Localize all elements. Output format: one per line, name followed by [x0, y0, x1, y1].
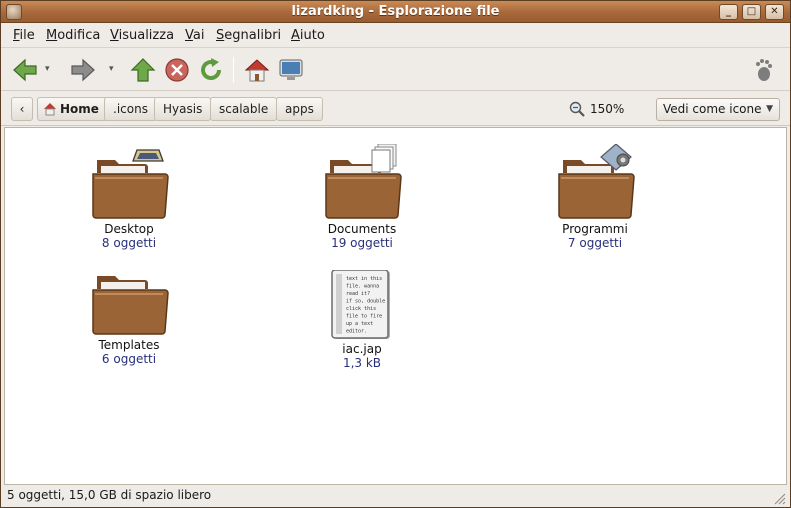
folder-icon	[92, 276, 169, 335]
forward-arrow-icon	[71, 58, 95, 82]
location-bar: ‹ Home .icons Hyasis scalable apps 150% …	[1, 92, 790, 126]
folder-icon	[558, 144, 635, 219]
menu-visualizza[interactable]: Visualizza	[110, 28, 174, 43]
file-preview-line: read it?	[346, 291, 370, 297]
file-manager-window: lizardking - Esplorazione file _ □ ✕ Fil…	[0, 0, 791, 508]
text-file-icon: text in this file. wannaread it? if so, do…	[331, 270, 390, 339]
window-title: lizardking - Esplorazione file	[291, 4, 500, 19]
item-info: 7 oggetti	[567, 236, 623, 250]
close-button[interactable]: ✕	[765, 4, 784, 20]
maximize-button[interactable]: □	[742, 4, 761, 20]
item-name: iac.jap	[342, 342, 382, 356]
menubar: File Modifica Visualizza Vai Segnalibri …	[1, 24, 790, 48]
view-mode-value: Vedi come icone	[663, 102, 762, 116]
path-button-hyasis[interactable]: Hyasis	[154, 97, 212, 121]
item-name: Desktop	[104, 222, 154, 236]
path-button-icons[interactable]: .icons	[104, 97, 157, 121]
item-info: 6 oggetti	[101, 352, 157, 366]
home-icon	[244, 59, 270, 82]
forward-button[interactable]	[69, 57, 97, 83]
status-text: 5 oggetti, 15,0 GB di spazio libero	[7, 488, 212, 502]
reload-icon	[201, 58, 221, 80]
path-label: apps	[285, 102, 314, 116]
file-item-iac-jap[interactable]: text in this file. wanna read it? if so, do…	[282, 270, 442, 370]
folder-icon	[325, 144, 402, 219]
menu-segnalibri[interactable]: Segnalibri	[216, 28, 281, 43]
up-arrow-icon	[130, 58, 156, 82]
file-preview-line: text in this	[346, 276, 382, 282]
home-icon	[44, 103, 56, 116]
computer-icon	[279, 59, 303, 80]
item-info: 8 oggetti	[101, 236, 157, 250]
up-button[interactable]	[129, 57, 157, 83]
menu-aiuto[interactable]: Aiuto	[291, 28, 325, 43]
back-arrow-icon	[13, 58, 37, 82]
home-button[interactable]	[243, 57, 271, 83]
item-name: Programmi	[562, 222, 628, 236]
documents-emblem-icon	[371, 144, 397, 173]
item-name: Documents	[327, 222, 397, 236]
item-info: 19 oggetti	[331, 236, 393, 250]
path-scroll-left-button[interactable]: ‹	[11, 97, 33, 121]
path-label: Home	[60, 102, 99, 116]
desktop-emblem-icon	[132, 149, 164, 162]
minimize-button[interactable]: _	[719, 4, 738, 20]
zoom-level[interactable]: 150%	[590, 102, 624, 116]
resize-grip-icon[interactable]	[772, 491, 786, 505]
path-button-scalable[interactable]: scalable	[210, 97, 278, 121]
file-preview-line: file. wanna	[346, 284, 379, 290]
file-item-templates[interactable]: Templates 6 oggetti	[49, 262, 209, 366]
throbber	[749, 57, 777, 83]
item-info: 1,3 kB	[342, 356, 382, 370]
file-preview-line: up a text	[346, 321, 373, 327]
computer-button[interactable]	[277, 57, 305, 83]
file-preview-line: click this	[346, 306, 376, 312]
gnome-foot-icon	[756, 59, 772, 81]
chevron-down-icon: ▼	[766, 104, 773, 114]
back-history-icon[interactable]: ▾	[45, 64, 50, 74]
file-preview-line: editor.	[346, 329, 367, 335]
menu-file[interactable]: File	[13, 28, 35, 43]
forward-history-icon[interactable]: ▾	[109, 64, 114, 74]
statusbar: 5 oggetti, 15,0 GB di spazio libero	[1, 486, 790, 507]
file-item-desktop[interactable]: Desktop 8 oggetti	[49, 144, 209, 250]
menu-vai[interactable]: Vai	[185, 28, 204, 43]
file-preview-line: file to fire	[346, 314, 382, 320]
file-item-programmi[interactable]: Programmi 7 oggetti	[515, 144, 675, 250]
path-button-home[interactable]: Home	[37, 97, 108, 121]
icon-view[interactable]: Desktop 8 oggetti Documents 19 oggetti P…	[4, 127, 787, 485]
path-button-apps[interactable]: apps	[276, 97, 323, 121]
path-label: scalable	[219, 102, 269, 116]
zoom-icon[interactable]	[569, 101, 585, 117]
stop-button[interactable]	[163, 57, 191, 83]
toolbar-separator	[233, 57, 234, 83]
back-button[interactable]	[11, 57, 39, 83]
folder-icon	[92, 149, 169, 219]
path-label: Hyasis	[163, 102, 203, 116]
menu-modifica[interactable]: Modifica	[46, 28, 100, 43]
path-label: .icons	[113, 102, 148, 116]
item-name: Templates	[98, 338, 160, 352]
toolbar: ▾ ▾	[1, 49, 790, 91]
file-item-documents[interactable]: Documents 19 oggetti	[282, 144, 442, 250]
view-mode-select[interactable]: Vedi come icone ▼	[656, 98, 780, 121]
stop-icon	[165, 58, 189, 82]
titlebar[interactable]: lizardking - Esplorazione file _ □ ✕	[1, 1, 790, 23]
file-preview-line: if so, double	[346, 299, 385, 305]
reload-button[interactable]	[197, 57, 225, 83]
